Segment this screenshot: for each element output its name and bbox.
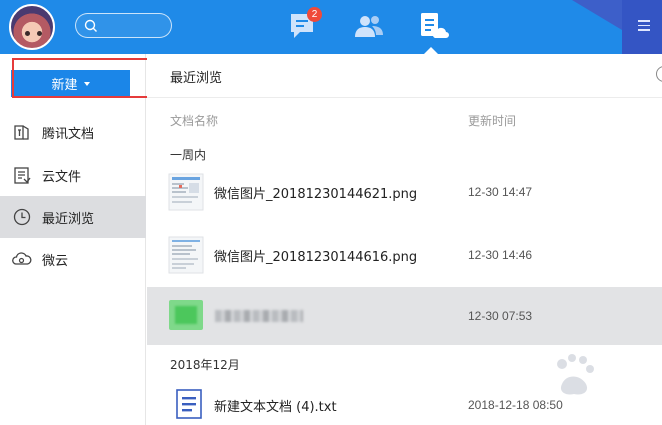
highlight-box xyxy=(12,58,157,98)
clock-icon xyxy=(13,208,31,226)
file-time: 12-30 07:53 xyxy=(468,309,533,323)
avatar-eye xyxy=(25,31,30,36)
sidebar-item-recent[interactable]: 最近浏览 xyxy=(0,196,146,238)
column-header-name[interactable]: 文档名称 xyxy=(170,112,218,129)
divider xyxy=(147,97,662,98)
image-thumbnail-icon xyxy=(168,236,204,274)
page-title: 最近浏览 xyxy=(170,71,223,86)
group-label: 2018年12月 xyxy=(170,358,240,372)
blurred-file-name xyxy=(215,310,303,322)
top-bar: 2 xyxy=(0,0,662,54)
sidebar-item-label: 云文件 xyxy=(42,170,82,185)
avatar-eye xyxy=(37,31,42,36)
table-row[interactable]: 微信图片_20181230144616.png 12-30 14:46 xyxy=(147,230,662,280)
message-badge: 2 xyxy=(307,7,322,22)
cloud-file-icon xyxy=(14,167,31,184)
table-row-selected[interactable]: 12-30 07:53 xyxy=(147,287,662,345)
group-label: 一周内 xyxy=(170,148,207,162)
file-name: 新建文本文档 (4).txt xyxy=(214,400,337,415)
file-name: 微信图片_20181230144616.png xyxy=(214,250,418,265)
avatar[interactable] xyxy=(9,4,55,50)
sidebar-item-cloud-files[interactable]: 云文件 xyxy=(0,154,146,196)
docs-icon[interactable] xyxy=(415,10,449,42)
image-thumbnail-icon xyxy=(168,173,204,211)
file-name: 微信图片_20181230144621.png xyxy=(214,187,418,202)
contacts-icon[interactable] xyxy=(352,10,386,42)
refresh-icon[interactable] xyxy=(656,66,662,82)
sidebar-item-tencent-docs[interactable]: 腾讯文档 xyxy=(0,111,146,153)
sidebar: 新建 腾讯文档 云文件 最近浏览 微云 xyxy=(0,54,146,425)
sidebar-item-weiyun[interactable]: 微云 xyxy=(0,238,146,280)
file-time: 12-30 14:47 xyxy=(468,185,533,199)
search-input[interactable] xyxy=(75,13,172,38)
menu-icon[interactable] xyxy=(638,20,650,32)
sidebar-item-label: 微云 xyxy=(42,254,69,269)
active-tab-indicator xyxy=(424,47,438,54)
search-icon xyxy=(84,19,97,32)
column-header-time[interactable]: 更新时间 xyxy=(468,112,516,129)
sidebar-item-label: 最近浏览 xyxy=(42,212,95,227)
sidebar-item-label: 腾讯文档 xyxy=(42,127,95,142)
weiyun-icon xyxy=(12,252,32,265)
table-row[interactable]: 微信图片_20181230144621.png 12-30 14:47 xyxy=(147,167,662,217)
text-file-icon xyxy=(176,389,202,419)
watermark-logo xyxy=(557,354,594,395)
tencent-docs-icon xyxy=(14,125,29,140)
file-time: 12-30 14:46 xyxy=(468,248,533,262)
folder-icon xyxy=(169,300,203,330)
